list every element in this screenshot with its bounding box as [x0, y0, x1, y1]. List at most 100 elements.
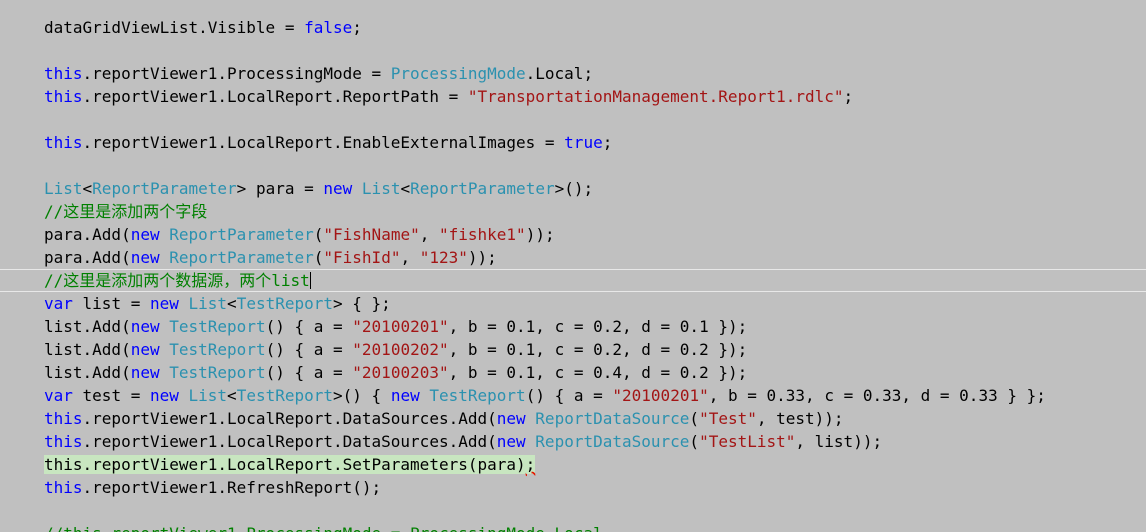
code-line[interactable]: [44, 39, 1146, 62]
code-line[interactable]: list.Add(new TestReport() { a = "2010020…: [44, 338, 1146, 361]
code-token: var: [44, 294, 73, 313]
code-token: new: [496, 409, 526, 428]
code-token: new: [130, 363, 160, 382]
code-token: .reportViewer1.LocalReport.DataSources.A…: [82, 409, 497, 428]
code-token: "FishName": [323, 225, 420, 244]
code-token: () { a =: [525, 386, 613, 405]
code-token: .reportViewer1.LocalReport.ReportPath =: [82, 87, 468, 106]
code-token: "20100203": [352, 363, 449, 382]
line-text: this.reportViewer1.LocalReport.DataSourc…: [44, 432, 882, 451]
code-token: () { a =: [265, 363, 353, 382]
code-token: ,: [419, 225, 439, 244]
code-token: , list));: [795, 432, 883, 451]
code-token: , b = 0.33, c = 0.33, d = 0.33 } };: [708, 386, 1046, 405]
code-token: () { a =: [265, 317, 353, 336]
code-editor[interactable]: dataGridViewList.Visible = false; this.re…: [0, 0, 1146, 532]
code-token: this: [44, 87, 83, 106]
code-line[interactable]: //这里是添加两个数据源，两个list: [0, 269, 1146, 292]
text-caret: [310, 272, 311, 289]
code-area[interactable]: dataGridViewList.Visible = false; this.re…: [0, 16, 1146, 532]
code-token: "TransportationManagement.Report1.rdlc": [467, 87, 844, 106]
code-token: List: [188, 294, 228, 313]
line-text: var list = new List<TestReport> { };: [44, 294, 391, 313]
code-token: true: [564, 133, 603, 152]
code-token: .reportViewer1.LocalReport.EnableExterna…: [82, 133, 565, 152]
code-token: .Local;: [525, 64, 594, 83]
code-token: this: [44, 64, 83, 83]
code-line[interactable]: [44, 154, 1146, 177]
code-token: ;: [525, 455, 536, 474]
code-token: //这里是添加两个字段: [44, 202, 208, 221]
code-line[interactable]: list.Add(new TestReport() { a = "2010020…: [44, 315, 1146, 338]
code-token: new: [149, 386, 179, 405]
line-text: list.Add(new TestReport() { a = "2010020…: [44, 340, 747, 359]
line-text: this.reportViewer1.LocalReport.DataSourc…: [44, 409, 844, 428]
code-line[interactable]: this.reportViewer1.LocalReport.EnableExt…: [44, 131, 1146, 154]
code-token: "20100201": [352, 317, 449, 336]
code-line[interactable]: //这里是添加两个字段: [44, 200, 1146, 223]
code-token: false: [304, 18, 353, 37]
code-token: ReportParameter: [92, 179, 237, 198]
code-token: (: [313, 225, 324, 244]
code-token: new: [130, 317, 160, 336]
code-token: TestReport: [429, 386, 526, 405]
code-line[interactable]: var test = new List<TestReport>() { new …: [44, 384, 1146, 407]
code-line[interactable]: para.Add(new ReportParameter("FishId", "…: [44, 246, 1146, 269]
code-token: , test));: [756, 409, 844, 428]
code-token: , b = 0.1, c = 0.2, d = 0.2 });: [448, 340, 748, 359]
line-text: list.Add(new TestReport() { a = "2010020…: [44, 317, 747, 336]
code-line[interactable]: dataGridViewList.Visible = false;: [44, 16, 1146, 39]
code-line[interactable]: //this.reportViewer1.ProcessingMode = Pr…: [44, 522, 1146, 532]
code-token: this: [44, 133, 83, 152]
code-token: list =: [72, 294, 150, 313]
code-token: , b = 0.1, c = 0.4, d = 0.2 });: [448, 363, 748, 382]
code-token: "Test": [699, 409, 757, 428]
code-token: this: [44, 409, 83, 428]
code-line[interactable]: List<ReportParameter> para = new List<Re…: [44, 177, 1146, 200]
line-text: this.reportViewer1.RefreshReport();: [44, 478, 381, 497]
code-token: ReportDataSource: [535, 409, 690, 428]
code-token: <: [400, 179, 411, 198]
code-line[interactable]: var list = new List<TestReport> { };: [44, 292, 1146, 315]
code-token: new: [390, 386, 420, 405]
code-line[interactable]: this.reportViewer1.LocalReport.ReportPat…: [44, 85, 1146, 108]
line-text: //这里是添加两个数据源，两个list: [44, 271, 310, 290]
line-text: this.reportViewer1.ProcessingMode = Proc…: [44, 64, 593, 83]
code-line[interactable]: this.reportViewer1.LocalReport.DataSourc…: [44, 407, 1146, 430]
code-line[interactable]: this.reportViewer1.ProcessingMode = Proc…: [44, 62, 1146, 85]
code-token: ,: [400, 248, 420, 267]
code-token: "FishId": [323, 248, 401, 267]
code-token: (: [313, 248, 324, 267]
code-token: "fishke1": [438, 225, 526, 244]
code-token: >() {: [333, 386, 391, 405]
code-line[interactable]: this.reportViewer1.LocalReport.DataSourc…: [44, 430, 1146, 453]
code-token: TestReport: [169, 317, 266, 336]
code-token: () { a =: [265, 340, 353, 359]
code-line[interactable]: this.reportViewer1.RefreshReport();: [44, 476, 1146, 499]
code-line[interactable]: list.Add(new TestReport() { a = "2010020…: [44, 361, 1146, 384]
code-token: TestReport: [236, 294, 334, 313]
line-text: list.Add(new TestReport() { a = "2010020…: [44, 363, 747, 382]
code-token: ));: [525, 225, 555, 244]
code-token: ReportParameter: [169, 248, 314, 267]
code-token: >();: [554, 179, 594, 198]
line-text: var test = new List<TestReport>() { new …: [44, 386, 1046, 405]
code-line[interactable]: [44, 108, 1146, 131]
line-text: this.reportViewer1.LocalReport.ReportPat…: [44, 87, 853, 106]
code-token: list.Add(: [44, 340, 131, 359]
code-line[interactable]: [44, 499, 1146, 522]
code-line[interactable]: para.Add(new ReportParameter("FishName",…: [44, 223, 1146, 246]
code-token: "TestList": [699, 432, 796, 451]
code-line[interactable]: this.reportViewer1.LocalReport.SetParame…: [44, 453, 1146, 476]
line-text: para.Add(new ReportParameter("FishId", "…: [44, 248, 497, 267]
code-token: > para =: [236, 179, 324, 198]
code-token: ReportDataSource: [535, 432, 690, 451]
code-token: (: [689, 409, 700, 428]
code-token: list.Add(: [44, 317, 131, 336]
